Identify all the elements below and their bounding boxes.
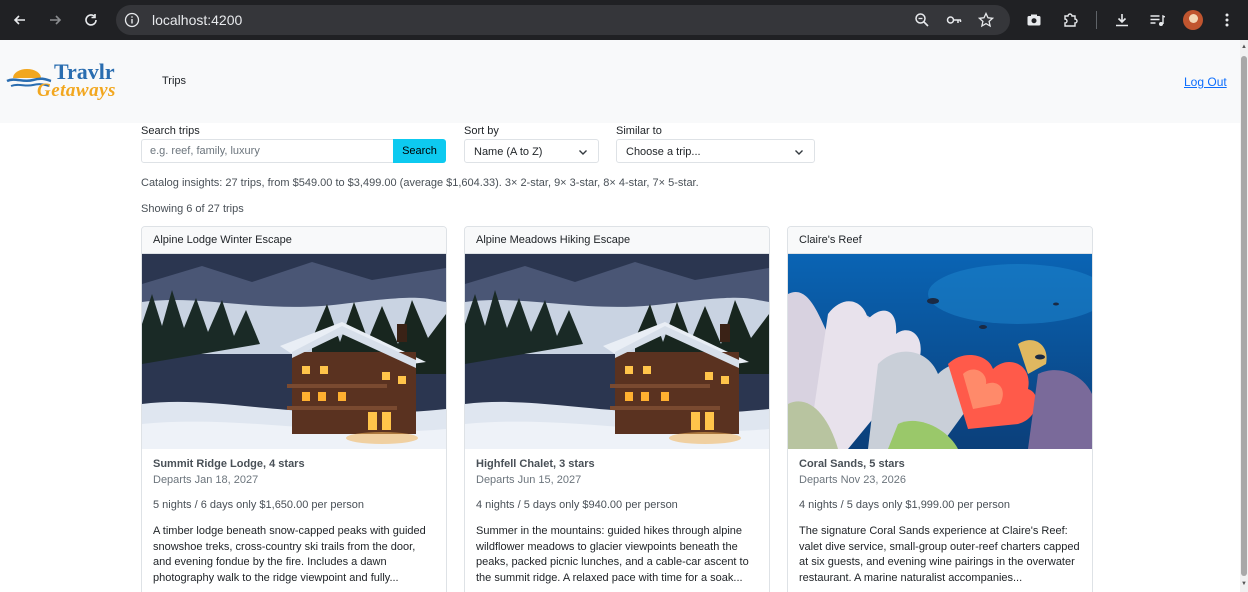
trip-card-description: Summer in the mountains: guided hikes th… bbox=[476, 525, 749, 584]
download-icon[interactable] bbox=[1114, 12, 1130, 28]
similar-select-value: Choose a trip... bbox=[626, 146, 701, 158]
url-text[interactable]: localhost:4200 bbox=[152, 12, 242, 28]
trip-card-image[interactable] bbox=[465, 254, 769, 449]
extensions-icon[interactable] bbox=[1062, 12, 1078, 28]
similar-select[interactable]: Choose a trip... bbox=[616, 139, 815, 163]
scroll-up-icon[interactable]: ▲ bbox=[1241, 44, 1247, 50]
catalog-insights: Catalog insights: 27 trips, from $549.00… bbox=[141, 177, 699, 189]
sort-select[interactable]: Name (A to Z) bbox=[464, 139, 599, 163]
key-icon[interactable] bbox=[946, 12, 962, 28]
search-label: Search trips bbox=[141, 125, 200, 137]
trip-card-price: 5 nights / 6 days only $1,650.00 per per… bbox=[153, 499, 364, 511]
trip-card-price: 4 nights / 5 days only $1,999.00 per per… bbox=[799, 499, 1010, 511]
trip-card-title[interactable]: Alpine Meadows Hiking Escape bbox=[465, 227, 769, 254]
page-scrollbar[interactable]: ▲ ▼ bbox=[1240, 40, 1248, 592]
trip-card[interactable]: Alpine Meadows Hiking Escape Highfell Ch… bbox=[464, 226, 770, 592]
search-input[interactable] bbox=[141, 139, 395, 163]
scroll-down-icon[interactable]: ▼ bbox=[1241, 581, 1247, 587]
reef-scene-image bbox=[788, 254, 1092, 449]
logo-text-getaways: Getaways bbox=[37, 80, 116, 101]
menu-icon[interactable] bbox=[1219, 12, 1235, 28]
results-count: Showing 6 of 27 trips bbox=[141, 203, 244, 215]
sort-label: Sort by bbox=[464, 125, 499, 137]
reload-icon[interactable] bbox=[79, 8, 103, 32]
address-bar[interactable]: localhost:4200 bbox=[116, 5, 1010, 35]
trip-card-departure: Departs Nov 23, 2026 bbox=[799, 474, 907, 486]
camera-icon[interactable] bbox=[1026, 12, 1042, 28]
sort-select-value: Name (A to Z) bbox=[474, 146, 543, 158]
trip-card-description: A timber lodge beneath snow-capped peaks… bbox=[153, 525, 426, 584]
chevron-down-icon bbox=[795, 150, 803, 155]
trip-card-price: 4 nights / 5 days only $940.00 per perso… bbox=[476, 499, 678, 511]
info-icon[interactable] bbox=[124, 12, 140, 28]
star-icon[interactable] bbox=[978, 12, 994, 28]
trip-card-lodge: Summit Ridge Lodge, 4 stars bbox=[153, 458, 305, 470]
app-navbar: Travlr Getaways Trips Log Out bbox=[0, 40, 1240, 123]
trip-card-lodge: Highfell Chalet, 3 stars bbox=[476, 458, 595, 470]
travlr-logo[interactable]: Travlr Getaways bbox=[5, 58, 140, 102]
profile-avatar[interactable] bbox=[1183, 10, 1203, 30]
trip-card-lodge: Coral Sands, 5 stars bbox=[799, 458, 905, 470]
trip-card-image[interactable] bbox=[788, 254, 1092, 449]
nav-link-trips[interactable]: Trips bbox=[162, 75, 186, 87]
trip-card-description: The signature Coral Sands experience at … bbox=[799, 525, 1080, 584]
lodge-scene-image bbox=[142, 254, 446, 449]
trip-card-title[interactable]: Alpine Lodge Winter Escape bbox=[142, 227, 446, 254]
toolbar-separator bbox=[1096, 11, 1097, 29]
zoom-icon[interactable] bbox=[914, 12, 930, 28]
forward-icon[interactable] bbox=[43, 8, 67, 32]
lodge-scene-image bbox=[465, 254, 769, 449]
trip-card-image[interactable] bbox=[142, 254, 446, 449]
trip-card-departure: Departs Jun 15, 2027 bbox=[476, 474, 582, 486]
chevron-down-icon bbox=[579, 150, 587, 155]
trip-card[interactable]: Alpine Lodge Winter Escape Summit Ridge … bbox=[141, 226, 447, 592]
trip-card-title[interactable]: Claire's Reef bbox=[788, 227, 1092, 254]
logout-link[interactable]: Log Out bbox=[1184, 75, 1227, 89]
trip-card-departure: Departs Jan 18, 2027 bbox=[153, 474, 259, 486]
trip-card[interactable]: Claire's Reef Coral Sands, 5 stars Depar… bbox=[787, 226, 1093, 592]
back-icon[interactable] bbox=[8, 8, 32, 32]
media-icon[interactable] bbox=[1149, 12, 1165, 28]
browser-toolbar: localhost:4200 bbox=[0, 0, 1248, 40]
search-button[interactable]: Search bbox=[393, 139, 446, 163]
scrollbar-thumb[interactable] bbox=[1241, 56, 1247, 576]
similar-label: Similar to bbox=[616, 125, 662, 137]
